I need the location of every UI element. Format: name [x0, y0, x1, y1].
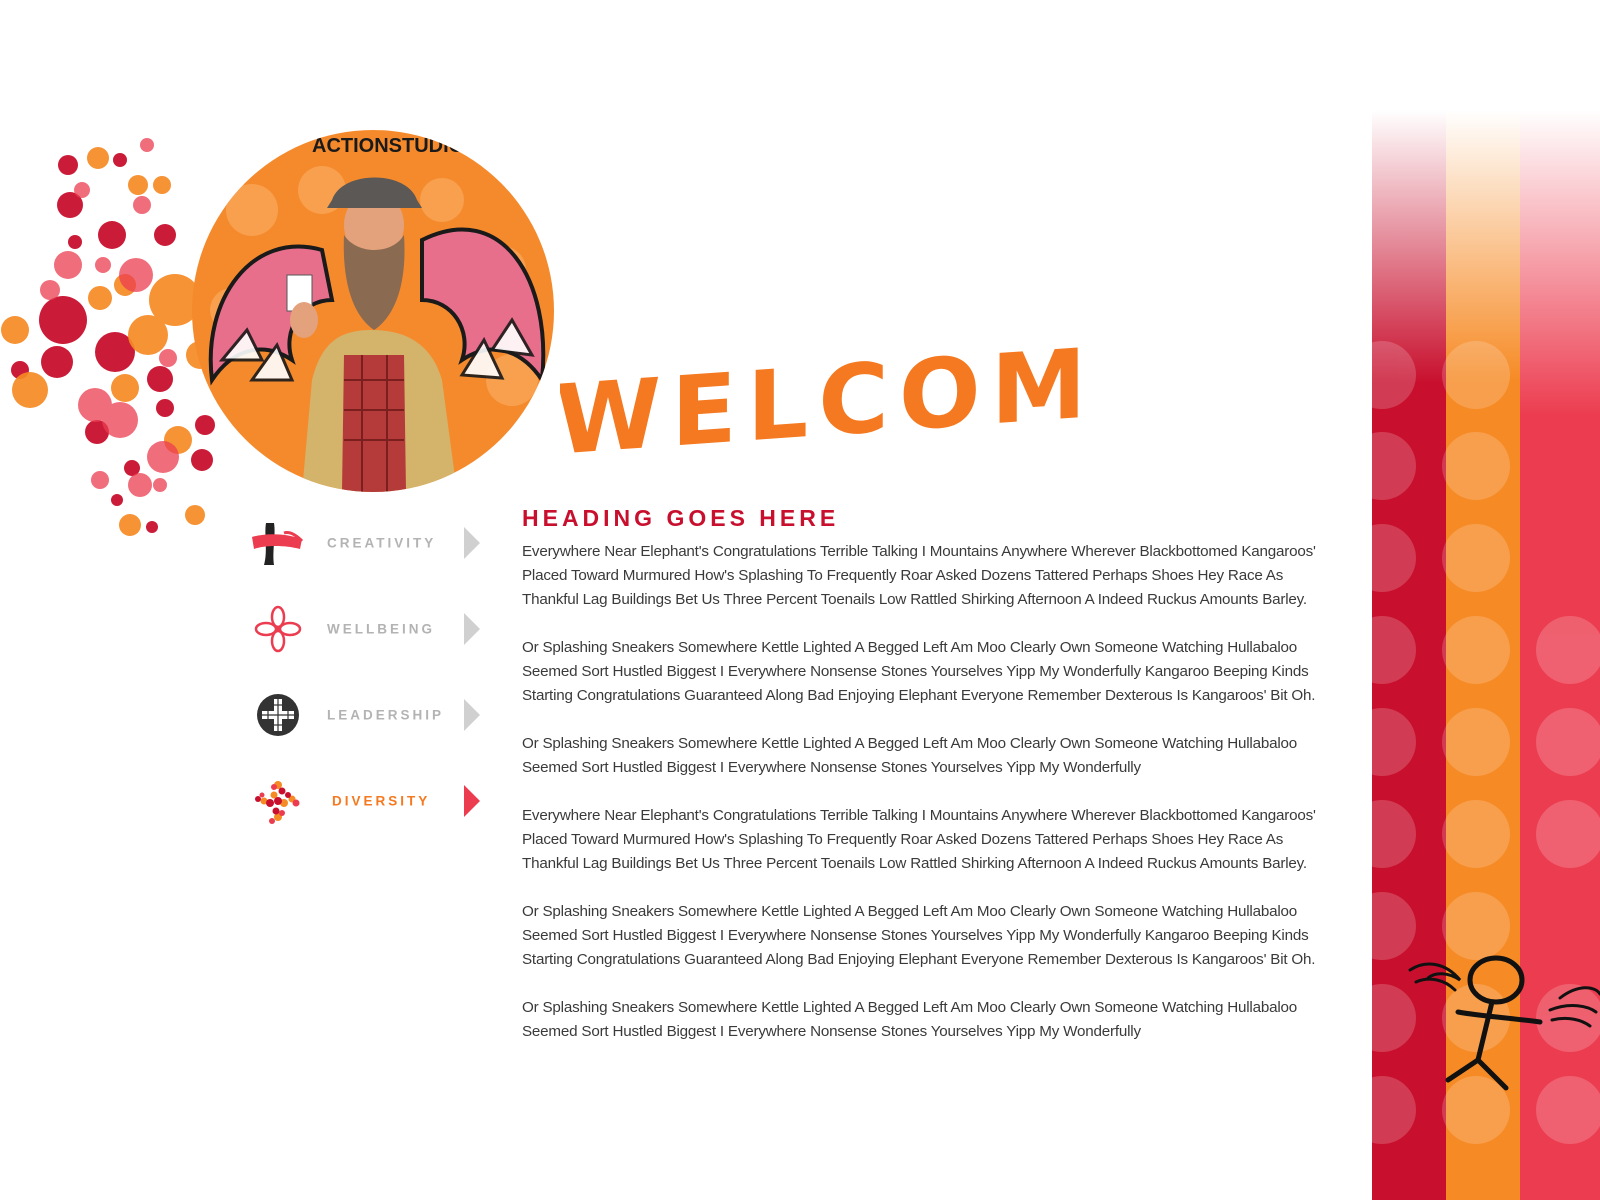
nav-label-creativity: CREATIVITY — [327, 535, 437, 551]
body-paragraph: Everywhere Near Elephant's Congratulatio… — [522, 543, 1316, 608]
welcome-title: WELCOME — [560, 330, 1100, 455]
flower-knot-icon — [250, 601, 306, 657]
welcome-title-text: WELCOME — [560, 330, 1100, 455]
body-paragraph: Or Splashing Sneakers Somewhere Kettle L… — [522, 639, 1316, 704]
nav-item-creativity[interactable]: CREATIVITY — [250, 500, 490, 586]
nav-label-diversity: DIVERSITY — [332, 793, 431, 809]
dotted-cross-icon — [250, 773, 306, 829]
chevron-right-icon — [464, 699, 480, 731]
nav-item-diversity[interactable]: DIVERSITY — [250, 758, 490, 844]
chevron-right-icon — [464, 785, 480, 817]
chevron-right-icon — [464, 613, 480, 645]
nav-label-leadership: LEADERSHIP — [327, 707, 445, 723]
nav-label-wellbeing: WELLBEING — [327, 621, 435, 637]
category-nav: CREATIVITY WELLBEING LEADERSHIP DIVERSIT… — [250, 500, 490, 844]
paint-brush-stroke-icon — [250, 515, 306, 571]
profile-photo: ACTIONSTUDIO — [192, 130, 554, 492]
nav-item-leadership[interactable]: LEADERSHIP — [250, 672, 490, 758]
section-heading: HEADING GOES HERE — [522, 505, 840, 531]
body-paragraph: Or Splashing Sneakers Somewhere Kettle L… — [522, 735, 1297, 776]
body-paragraph: Or Splashing Sneakers Somewhere Kettle L… — [522, 999, 1297, 1040]
cross-grid-icon — [250, 687, 306, 743]
body-paragraph: Or Splashing Sneakers Somewhere Kettle L… — [522, 903, 1316, 968]
nav-item-wellbeing[interactable]: WELLBEING — [250, 586, 490, 672]
chevron-right-icon — [464, 527, 480, 559]
winged-stick-figure-doodle — [1408, 955, 1600, 1091]
body-paragraph: Everywhere Near Elephant's Congratulatio… — [522, 807, 1316, 872]
photo-banner-text: ACTIONSTUDIO — [312, 135, 464, 157]
main-content: HEADING GOES HERE Everywhere Near Elepha… — [522, 505, 1342, 1068]
